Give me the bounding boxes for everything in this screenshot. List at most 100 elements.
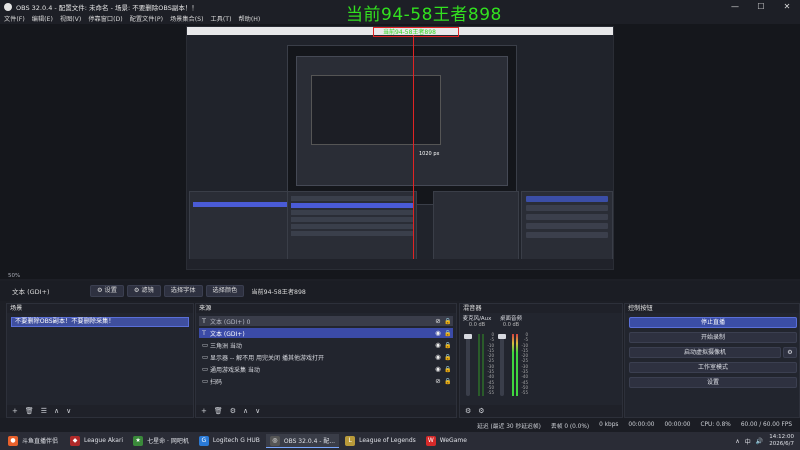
eye-icon[interactable]: ◉ xyxy=(433,341,443,349)
dropped-frames: 丢帧 0 (0.0%) xyxy=(550,423,590,430)
audio-meter xyxy=(512,334,514,396)
scenes-toolbar: + 🗑 ☰ ∧ ∨ xyxy=(7,405,193,417)
volume-icon[interactable]: 🔊 xyxy=(756,438,763,445)
lock-icon[interactable]: 🔒 xyxy=(443,342,453,349)
taskbar-item-league[interactable]: L League of Legends xyxy=(341,434,420,448)
lock-icon[interactable]: 🔒 xyxy=(443,354,453,361)
nested-source-row xyxy=(291,210,413,215)
sources-toolbar: + 🗑 ⚙ ∧ ∨ xyxy=(196,405,456,417)
taskbar-clock[interactable]: 14:12:00 2026/6/7 xyxy=(769,434,794,448)
eye-hidden-icon[interactable]: ⊘ xyxy=(433,317,443,325)
menu-edit[interactable]: 编辑(E) xyxy=(32,14,53,23)
tray-expand-icon[interactable]: ∧ xyxy=(735,438,739,445)
nested-preview xyxy=(287,45,517,205)
select-font-button[interactable]: 选择字体 xyxy=(163,285,203,297)
start-virtual-camera-button[interactable]: 启动虚拟摄像机 xyxy=(629,347,781,358)
source-name: 三角洲 当动 xyxy=(210,342,242,350)
remove-source-button[interactable]: 🗑 xyxy=(214,407,223,415)
taskbar-item-obs[interactable]: ◎ OBS 32.0.4 - 配... xyxy=(265,434,340,448)
stop-streaming-button[interactable]: 停止直播 xyxy=(629,317,797,328)
menu-tools[interactable]: 工具(T) xyxy=(211,14,232,23)
source-item[interactable]: T 文本 (GDI+) 0 ⊘ 🔒 xyxy=(199,316,453,326)
taskbar-item-qixing[interactable]: ★ 七星命 · 网吧机 xyxy=(129,434,193,448)
studio-mode-button[interactable]: 工作室模式 xyxy=(629,362,797,373)
mixer-settings-icon[interactable]: ⚙ xyxy=(478,407,484,415)
slider-knob[interactable] xyxy=(464,334,472,339)
menu-profile[interactable]: 配置文件(P) xyxy=(130,14,163,23)
lock-icon[interactable]: 🔒 xyxy=(443,366,453,373)
volume-slider[interactable] xyxy=(498,334,506,396)
nested-control-button xyxy=(526,205,608,211)
remove-scene-button[interactable]: 🗑 xyxy=(25,407,34,415)
eye-icon[interactable]: ◉ xyxy=(433,353,443,361)
window-controls: — ☐ ✕ xyxy=(722,0,800,13)
source-item-selected[interactable]: T 文本 (GDI+) ◉ 🔒 xyxy=(199,328,453,338)
channel-name: 麦克风/Aux xyxy=(462,316,492,322)
move-source-down-button[interactable]: ∨ xyxy=(255,407,260,415)
nested-source-row xyxy=(291,231,413,236)
window-title: OBS 32.0.4 - 配置文件: 未命名 - 场景: 不要删除OBS副本！！ xyxy=(16,3,198,12)
nested-preview-inner xyxy=(296,56,508,186)
taskbar-item-wegame[interactable]: W WeGame xyxy=(422,434,482,448)
add-source-button[interactable]: + xyxy=(201,407,207,415)
nested-control-button xyxy=(526,196,608,202)
current-text-value: 当前94-58王者898 xyxy=(251,288,306,296)
source-item[interactable]: ▭ 通用游戏采集 当动 ◉ 🔒 xyxy=(199,364,453,374)
source-item[interactable]: ▭ 扫码 ⊘ 🔒 xyxy=(199,376,453,386)
source-name: 文本 (GDI+) xyxy=(210,330,245,338)
minimize-button[interactable]: — xyxy=(722,0,748,13)
move-scene-down-button[interactable]: ∨ xyxy=(66,407,71,415)
zoom-label[interactable]: 50% xyxy=(8,273,20,279)
source-item[interactable]: ▭ 显示器 -- 解不用 用完关闭 播其他游戏打开 ◉ 🔒 xyxy=(199,352,453,362)
mixer-settings-icon[interactable]: ⚙ xyxy=(465,407,471,415)
league-icon: L xyxy=(345,435,356,446)
menu-file[interactable]: 文件(F) xyxy=(4,14,25,23)
nested-source-row xyxy=(291,203,413,208)
qixing-icon: ★ xyxy=(133,435,144,446)
source-settings-button[interactable]: ⚙ 设置 xyxy=(90,285,124,297)
move-source-up-button[interactable]: ∧ xyxy=(243,407,248,415)
source-name: 显示器 -- 解不用 用完关闭 播其他游戏打开 xyxy=(210,354,324,362)
menu-docks[interactable]: 停靠窗口(D) xyxy=(88,14,122,23)
move-scene-up-button[interactable]: ∧ xyxy=(54,407,59,415)
channel-name: 桌面音频 xyxy=(499,316,522,322)
lock-icon[interactable]: 🔒 xyxy=(443,378,453,385)
start-recording-button[interactable]: 开始录制 xyxy=(629,332,797,343)
nested-source-row xyxy=(291,224,413,229)
lock-icon[interactable]: 🔒 xyxy=(443,330,453,337)
source-item[interactable]: ▭ 三角洲 当动 ◉ 🔒 xyxy=(199,340,453,350)
filters-button[interactable]: ⚙ 滤镜 xyxy=(126,285,161,297)
lock-icon[interactable]: 🔒 xyxy=(443,318,453,325)
virtual-camera-settings-button[interactable]: ⚙ xyxy=(783,347,797,358)
scene-item[interactable]: 不要删除OBS副本！不要删除采集！ xyxy=(11,317,189,327)
slider-knob[interactable] xyxy=(498,334,506,339)
menu-view[interactable]: 视图(V) xyxy=(60,14,81,23)
preview-canvas[interactable]: 当前94-58王者898 1020 px xyxy=(186,26,614,270)
close-button[interactable]: ✕ xyxy=(774,0,800,13)
input-method-icon[interactable]: 中 xyxy=(745,437,751,446)
menu-scene-collection[interactable]: 场景集合(S) xyxy=(170,14,204,23)
eye-icon[interactable]: ◉ xyxy=(433,329,443,337)
volume-slider[interactable] xyxy=(464,334,472,396)
select-color-button[interactable]: 选择颜色 xyxy=(205,285,245,297)
streaming-time: 00:00:00 xyxy=(664,422,691,428)
meter-scale: 0 -5 -10 -15 -20 -25 -30 -35 -40 -45 -50 -55 xyxy=(487,332,494,396)
taskbar-item-douyu[interactable]: ● 斗鱼直播伴侣 xyxy=(4,434,64,448)
channel-db: 0.0 dB xyxy=(502,322,520,328)
maximize-button[interactable]: ☐ xyxy=(748,0,774,13)
scene-filters-button[interactable]: ☰ xyxy=(41,407,47,415)
eye-icon[interactable]: ◉ xyxy=(433,365,443,373)
menu-help[interactable]: 帮助(H) xyxy=(238,14,260,23)
obs-icon: ◎ xyxy=(269,435,280,446)
eye-hidden-icon[interactable]: ⊘ xyxy=(433,377,443,385)
mixer-dock: 混音器 麦克风/Aux 0.0 dB 0 -5 -10 -15 -20 -25 -30 -35… xyxy=(459,303,623,418)
stream-delay-info: 延迟 (最近 30 秒延迟帧) xyxy=(477,423,541,430)
taskbar-item-league-akari[interactable]: ◆ League Akari xyxy=(66,434,127,448)
source-toolbar: 文本 (GDI+) ⚙ 设置 ⚙ 滤镜 选择字体 选择颜色 当前94-58王者8… xyxy=(0,281,800,301)
settings-button[interactable]: 设置 xyxy=(629,377,797,388)
alignment-guide-line xyxy=(413,35,414,261)
audio-meter xyxy=(478,334,480,396)
add-scene-button[interactable]: + xyxy=(12,407,18,415)
source-properties-button[interactable]: ⚙ xyxy=(230,407,236,415)
taskbar-item-logitech[interactable]: G Logitech G HUB xyxy=(195,434,264,448)
